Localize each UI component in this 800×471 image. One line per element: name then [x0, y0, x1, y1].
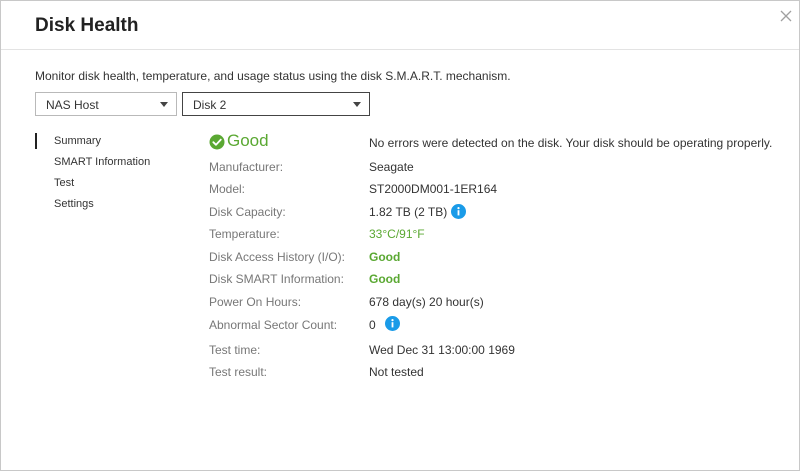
dialog-header: Disk Health: [1, 1, 799, 50]
side-nav: Summary SMART Information Test Settings: [35, 133, 185, 217]
disk-access-history-value: Good: [369, 250, 401, 264]
disk-capacity-value: 1.82 TB (2 TB): [369, 205, 448, 219]
disk-access-history-label: Disk Access History (I/O):: [209, 250, 346, 264]
nav-item-settings[interactable]: Settings: [35, 196, 185, 217]
host-select-value: NAS Host: [46, 98, 99, 112]
chevron-down-icon: [160, 102, 168, 107]
info-icon[interactable]: [451, 204, 466, 219]
disk-health-dialog: Disk Health Monitor disk health, tempera…: [0, 0, 800, 471]
health-status-text: Good: [227, 131, 269, 150]
test-result-value: Not tested: [369, 365, 424, 379]
test-time-value: Wed Dec 31 13:00:00 1969: [369, 343, 515, 357]
temperature-label: Temperature:: [209, 227, 280, 241]
test-result-label: Test result:: [209, 365, 268, 379]
disk-select-value: Disk 2: [193, 98, 227, 112]
health-status-message: No errors were detected on the disk. You…: [369, 136, 773, 150]
temperature-value: 33°C/91°F: [369, 227, 425, 241]
nav-item-smart-information[interactable]: SMART Information: [35, 154, 185, 175]
disk-capacity-label: Disk Capacity:: [209, 205, 286, 219]
disk-smart-information-value: Good: [369, 272, 401, 286]
close-icon[interactable]: [777, 7, 795, 25]
nav-item-test[interactable]: Test: [35, 175, 185, 196]
model-label: Model:: [209, 182, 246, 196]
info-icon[interactable]: [385, 316, 400, 331]
check-circle-icon: [209, 134, 225, 150]
disk-select[interactable]: Disk 2: [182, 92, 370, 116]
model-value: ST2000DM001-1ER164: [369, 182, 498, 196]
manufacturer-label: Manufacturer:: [209, 160, 284, 174]
dialog-title: Disk Health: [35, 15, 139, 36]
power-on-hours-label: Power On Hours:: [209, 295, 302, 309]
abnormal-sector-count-value: 0: [369, 318, 376, 332]
manufacturer-value: Seagate: [369, 160, 414, 174]
power-on-hours-value: 678 day(s) 20 hour(s): [369, 295, 484, 309]
abnormal-sector-count-label: Abnormal Sector Count:: [209, 318, 338, 332]
disk-smart-information-label: Disk SMART Information:: [209, 272, 344, 286]
test-time-label: Test time:: [209, 343, 261, 357]
dialog-description: Monitor disk health, temperature, and us…: [35, 69, 511, 83]
host-select[interactable]: NAS Host: [35, 92, 177, 116]
chevron-down-icon: [353, 102, 361, 107]
nav-item-summary[interactable]: Summary: [35, 133, 185, 154]
